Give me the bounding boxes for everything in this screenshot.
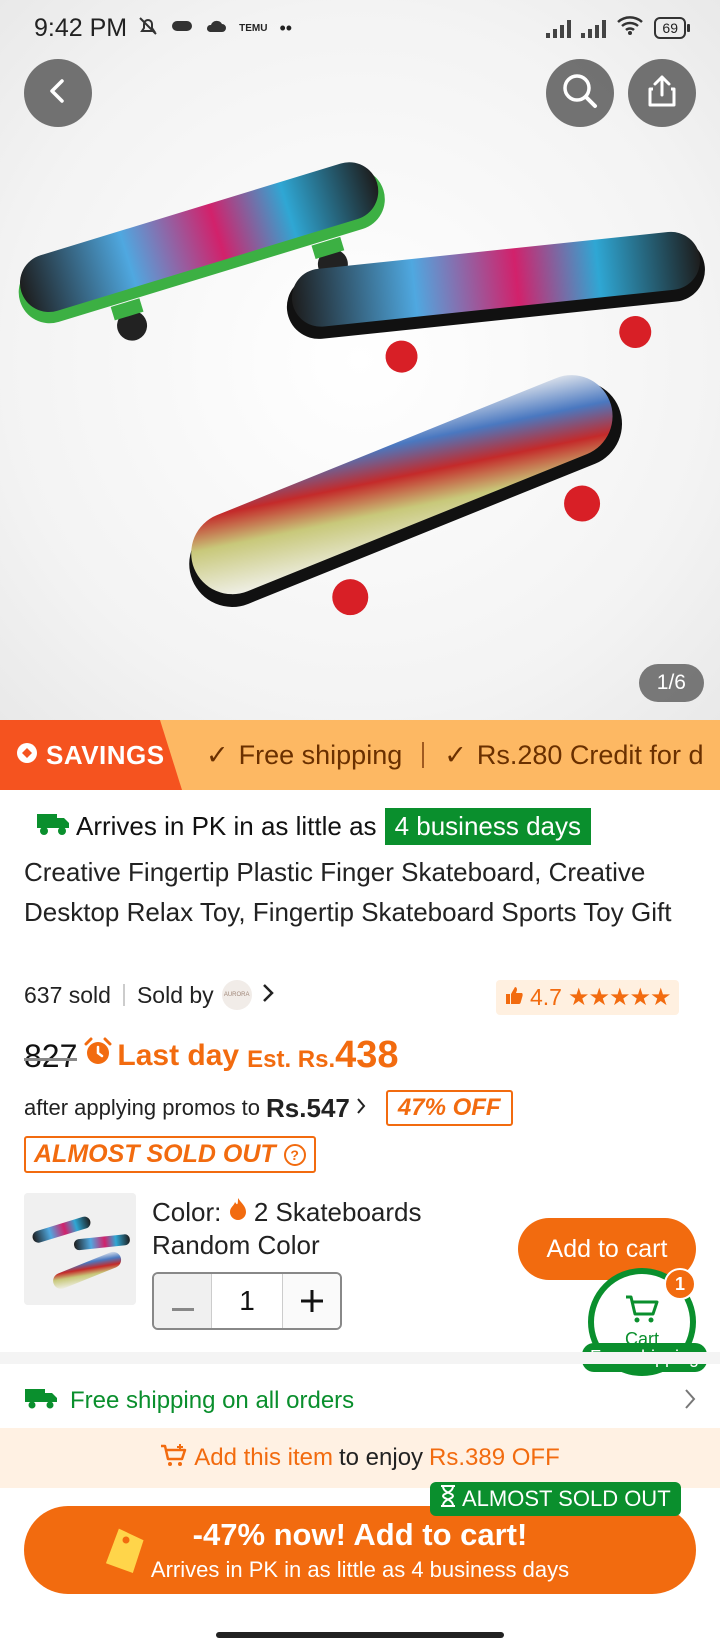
add-item-discount: Rs.389 OFF <box>429 1444 560 1471</box>
flame-icon <box>229 1197 254 1227</box>
promo-text: after applying promos to <box>24 1095 261 1120</box>
discount-badge: 47% OFF <box>385 1090 513 1126</box>
cart-count-badge: 1 <box>664 1268 696 1300</box>
status-notification-icons: TEMU •• <box>137 15 292 42</box>
almost-sold-out-badge[interactable]: ALMOST SOLD OUT ? <box>24 1136 316 1173</box>
gamepad-icon <box>171 18 193 39</box>
quantity-decrease-button[interactable] <box>154 1274 212 1328</box>
color-label: Color: <box>152 1197 222 1227</box>
battery-indicator: 69 <box>654 17 690 39</box>
sold-divider <box>122 984 125 1006</box>
sold-count: 637 sold <box>24 981 111 1008</box>
add-item-link[interactable]: Add this item <box>194 1444 333 1472</box>
thumbs-up-icon <box>504 984 524 1011</box>
delivery-prefix: Arrives in PK in as little as <box>76 811 377 841</box>
savings-banner[interactable]: SAVINGS ✓ Free shipping ✓ Rs.280 Credit … <box>0 720 720 790</box>
savings-separator <box>422 742 425 768</box>
variant-thumbnail-image <box>24 1193 136 1305</box>
cloud-icon <box>205 18 227 39</box>
almost-sold-out-tag-text: ALMOST SOLD OUT <box>462 1486 671 1511</box>
search-icon <box>560 71 600 116</box>
chevron-left-icon <box>43 76 73 111</box>
quantity-value[interactable]: 1 <box>212 1285 282 1317</box>
quantity-increase-button[interactable] <box>282 1274 340 1328</box>
sold-by-label: Sold by <box>136 981 214 1008</box>
seller-logo[interactable]: AURORA <box>221 980 252 1010</box>
chevron-right-icon <box>684 1385 696 1417</box>
delivery-truck-icon <box>36 810 70 843</box>
promo-row[interactable]: after applying promos to Rs.547 47% OFF <box>24 1090 513 1126</box>
temu-status-icon: TEMU <box>239 22 268 34</box>
price-tag-icon <box>102 1522 152 1583</box>
search-button[interactable] <box>546 59 614 127</box>
almost-sold-out-tag: ALMOST SOLD OUT <box>430 1482 681 1516</box>
quantity-stepper[interactable]: 1 <box>152 1272 342 1330</box>
share-icon <box>644 73 680 114</box>
status-time: 9:42 PM <box>34 13 128 42</box>
free-shipping-text: Free shipping on all orders <box>70 1387 355 1414</box>
help-icon[interactable]: ? <box>283 1143 306 1166</box>
mute-bell-icon <box>137 15 159 42</box>
wifi-icon <box>616 14 644 43</box>
est-price-value: 438 <box>335 1034 399 1076</box>
price-row: 827 Last day Est. Rs. 438 <box>24 1034 399 1077</box>
shopping-cart-icon <box>624 1294 660 1329</box>
savings-tag-label: SAVINGS <box>46 739 165 770</box>
savings-items: ✓ Free shipping ✓ Rs.280 Credit for d <box>206 720 703 790</box>
status-system-icons: 69 <box>546 14 690 43</box>
free-shipping-row[interactable]: Free shipping on all orders <box>24 1376 696 1426</box>
variant-color[interactable]: Color: 2 Skateboards Random Color <box>152 1196 472 1262</box>
savings-tag: SAVINGS <box>0 720 182 790</box>
last-day-text: Last day <box>117 1039 240 1072</box>
share-button[interactable] <box>628 59 696 127</box>
add-item-middle: to enjoy <box>338 1444 424 1471</box>
back-button[interactable] <box>24 59 92 127</box>
bottom-add-to-cart-button[interactable]: -47% now! Add to cart! Arrives in PK in … <box>24 1506 696 1594</box>
cart-plus-icon <box>160 1443 188 1474</box>
chevron-right-icon <box>356 1095 366 1121</box>
add-item-promo[interactable]: Add this item to enjoy Rs.389 OFF <box>0 1428 720 1488</box>
section-divider <box>0 1352 720 1364</box>
rating-badge[interactable]: 4.7 ★★★★★ <box>496 980 679 1015</box>
image-counter: 1/6 <box>638 664 704 702</box>
product-title: Creative Fingertip Plastic Finger Skateb… <box>24 857 672 927</box>
variant-thumbnail[interactable] <box>24 1193 136 1305</box>
last-day-label: Last day <box>83 1037 239 1075</box>
more-dots-icon: •• <box>279 17 293 38</box>
checkmark-icon: ✓ <box>206 739 229 770</box>
savings-item-free-shipping: Free shipping <box>238 739 403 770</box>
signal-icon-2 <box>581 18 607 38</box>
original-price: 827 <box>24 1038 78 1074</box>
chevron-right-icon <box>262 982 274 1009</box>
star-rating: ★★★★★ <box>567 984 672 1011</box>
delivery-days-badge: 4 business days <box>384 808 592 845</box>
sold-info[interactable]: 637 sold Sold by AURORA <box>24 980 274 1010</box>
alarm-clock-icon <box>83 1037 113 1075</box>
product-image-gallery[interactable]: 1/6 <box>0 0 720 720</box>
savings-badge-icon <box>16 740 38 771</box>
plus-icon <box>300 1282 323 1321</box>
savings-item-credit: Rs.280 Credit for d <box>476 739 704 770</box>
delivery-estimate: Arrives in PK in as little as 4 business… <box>36 808 592 845</box>
hourglass-icon <box>440 1485 456 1513</box>
signal-icon <box>546 18 572 38</box>
rating-value: 4.7 <box>530 984 562 1010</box>
checkmark-icon: ✓ <box>444 739 467 770</box>
cta-main-text: -47% now! Add to cart! <box>192 1517 528 1552</box>
delivery-truck-icon <box>24 1386 58 1417</box>
almost-sold-out-text: ALMOST SOLD OUT <box>34 1140 276 1168</box>
minus-icon <box>171 1282 194 1321</box>
cta-sub-text: Arrives in PK in as little as 4 business… <box>150 1557 570 1582</box>
est-price-label: Est. Rs. <box>247 1046 336 1073</box>
product-photo <box>18 162 705 616</box>
promo-value: Rs.547 <box>266 1092 350 1123</box>
status-bar: 9:42 PM TEMU •• 69 <box>0 0 720 56</box>
home-indicator[interactable] <box>216 1632 504 1638</box>
